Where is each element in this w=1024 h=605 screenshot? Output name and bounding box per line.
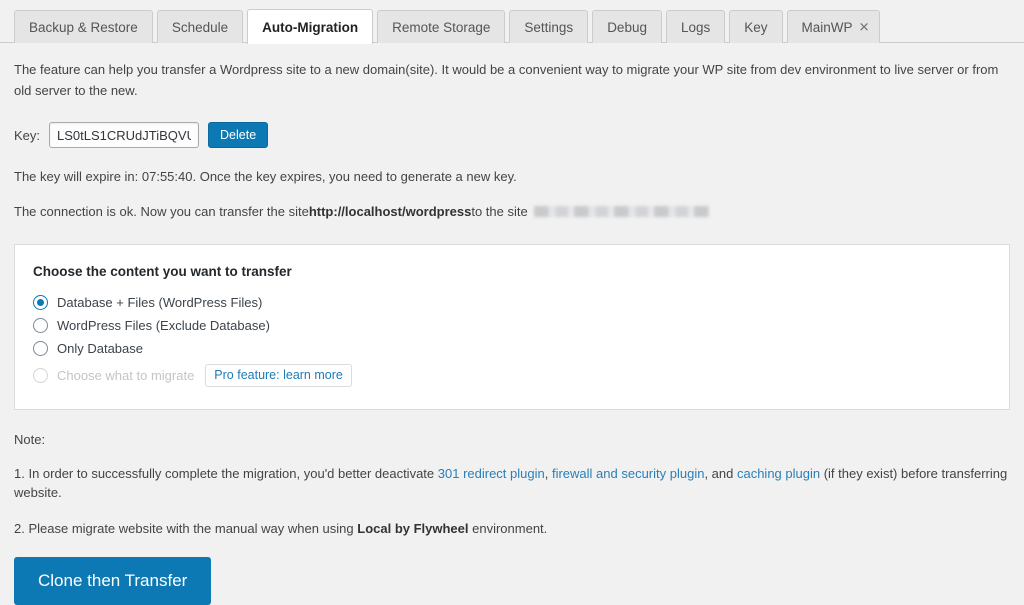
source-site-url: http://localhost/wordpress (308, 204, 472, 219)
notes-heading: Note: (14, 432, 46, 447)
option-label: WordPress Files (Exclude Database) (57, 318, 270, 333)
pro-feature-learn-more-link[interactable]: Pro feature: learn more (205, 364, 352, 387)
key-label: Key: (14, 127, 41, 143)
tab-label: Logs (680, 20, 711, 35)
key-expiry-text: The key will expire in: 07:55:40. Once t… (14, 169, 517, 184)
tab-label: Key (744, 20, 768, 35)
close-icon[interactable]: ✕ (859, 21, 870, 34)
note1-sep1: , (544, 466, 552, 481)
tab-settings[interactable]: Settings (509, 10, 589, 43)
tab-label: Schedule (171, 20, 229, 35)
note-item-1: 1. In order to successfully complete the… (14, 464, 1010, 502)
connection-middle: to the site (471, 204, 528, 219)
tab-label: Backup & Restore (29, 20, 138, 35)
intro-paragraph: The feature can help you transfer a Word… (14, 62, 999, 98)
tab-schedule[interactable]: Schedule (156, 10, 244, 43)
note2-strong: Local by Flywheel (357, 521, 469, 536)
link-firewall-security-plugin[interactable]: firewall and security plugin (552, 466, 704, 481)
option-only-database[interactable]: Only Database (33, 341, 991, 356)
tab-backup-restore[interactable]: Backup & Restore (14, 10, 153, 43)
key-input[interactable] (49, 122, 200, 148)
connection-prefix: The connection is ok. Now you can transf… (14, 204, 309, 219)
tab-mainwp[interactable]: MainWP ✕ (786, 10, 880, 43)
radio-icon[interactable] (33, 295, 48, 310)
tab-label: MainWP (801, 20, 853, 35)
option-label: Choose what to migrate (57, 368, 195, 383)
radio-icon (33, 368, 48, 383)
note1-sep2: , and (704, 466, 737, 481)
note-item-2: 2. Please migrate website with the manua… (14, 519, 1010, 538)
link-301-redirect-plugin[interactable]: 301 redirect plugin (438, 466, 545, 481)
tab-logs[interactable]: Logs (665, 10, 726, 43)
option-wordpress-files-exclude-database[interactable]: WordPress Files (Exclude Database) (33, 318, 991, 333)
tab-list: Backup & Restore Schedule Auto-Migration… (14, 0, 1024, 44)
tab-bar: Backup & Restore Schedule Auto-Migration… (0, 0, 1024, 44)
tab-label: Auto-Migration (262, 20, 359, 35)
option-database-plus-files[interactable]: Database + Files (WordPress Files) (33, 295, 991, 310)
target-site-url-redacted (533, 206, 709, 217)
tab-auto-migration[interactable]: Auto-Migration (247, 9, 374, 44)
option-label: Only Database (57, 341, 143, 356)
option-choose-what-to-migrate: Choose what to migrate Pro feature: lear… (33, 364, 991, 387)
link-caching-plugin[interactable]: caching plugin (737, 466, 820, 481)
tab-key[interactable]: Key (729, 10, 783, 43)
main-content: The feature can help you transfer a Word… (0, 59, 1024, 605)
note1-part1: 1. In order to successfully complete the… (14, 466, 438, 481)
note2-part2: environment. (468, 521, 548, 536)
connection-status-text: The connection is ok. Now you can transf… (14, 204, 1010, 219)
choose-content-title: Choose the content you want to transfer (33, 264, 292, 279)
radio-icon[interactable] (33, 341, 48, 356)
tab-label: Debug (607, 20, 647, 35)
tab-remote-storage[interactable]: Remote Storage (377, 10, 506, 43)
tab-label: Settings (524, 20, 574, 35)
tab-label: Remote Storage (392, 20, 491, 35)
radio-icon[interactable] (33, 318, 48, 333)
clone-then-transfer-button[interactable]: Clone then Transfer (14, 557, 212, 605)
tab-debug[interactable]: Debug (592, 10, 662, 43)
choose-content-panel: Choose the content you want to transfer … (14, 244, 1010, 410)
note2-part1: 2. Please migrate website with the manua… (14, 521, 358, 536)
delete-key-button[interactable]: Delete (208, 122, 269, 148)
option-label: Database + Files (WordPress Files) (57, 295, 263, 310)
key-row: Key: Delete (14, 122, 1010, 148)
